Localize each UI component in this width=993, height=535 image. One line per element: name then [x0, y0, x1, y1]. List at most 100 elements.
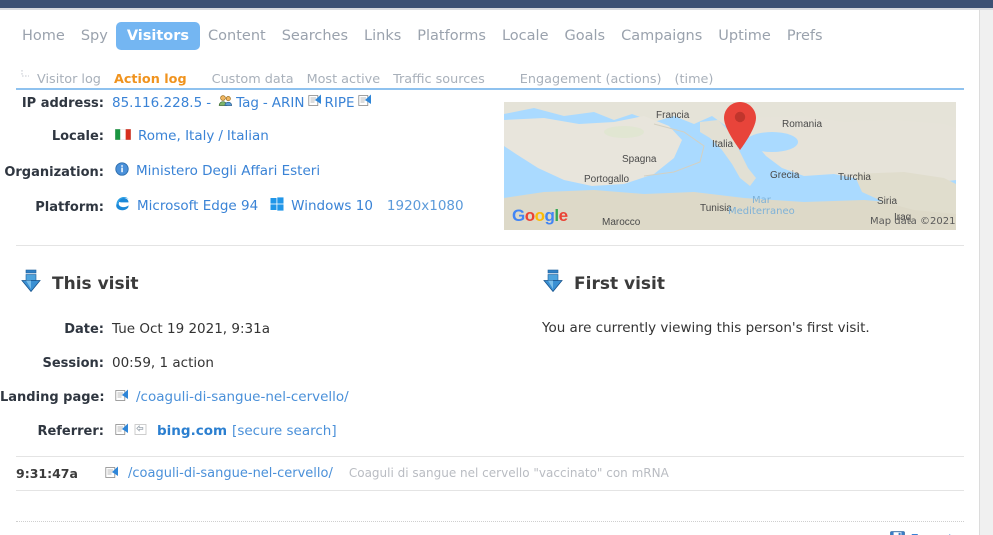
map-sea-label: Mar Mediterraneo: [728, 195, 795, 217]
nav-item-visitors[interactable]: Visitors: [115, 21, 201, 51]
map-label-turchia: Turchia: [838, 172, 871, 183]
down-arrow-icon-this-visit: [18, 268, 44, 299]
nav-item-home[interactable]: Home: [14, 23, 73, 50]
content-panel: Home Spy Visitors Content Searches Links Platf…: [0, 10, 980, 535]
divider-dotted: [16, 521, 964, 522]
ip-address-value[interactable]: 85.116.228.5: [112, 95, 202, 111]
visit-row-referrer: Referrer: bing.com [secure search]: [0, 414, 500, 448]
subnav-item-most-active[interactable]: Most active: [307, 72, 381, 87]
platform-browser-link[interactable]: Microsoft Edge 94: [137, 198, 258, 214]
locale-label: Locale:: [51, 129, 104, 144]
platform-label: Platform:: [35, 200, 104, 215]
nav-item-locale[interactable]: Locale: [494, 23, 557, 50]
map-label-siria: Siria: [877, 196, 898, 207]
info-circle-icon: [115, 162, 129, 180]
map-location-pin[interactable]: [720, 102, 760, 158]
back-arrow-icon[interactable]: [134, 423, 148, 440]
visitor-info-block: IP address: 85.116.228.5 - Tag - ARIN RI…: [0, 94, 500, 230]
first-visit-header: First visit: [540, 268, 665, 299]
visit-row-session: Session: 00:59, 1 action: [0, 346, 500, 380]
locale-city-link[interactable]: Rome, Italy: [138, 128, 214, 144]
subnav-item-visitor-log[interactable]: Visitor log: [37, 72, 101, 87]
map-label-portogallo: Portogallo: [584, 174, 630, 185]
map-label-grecia: Grecia: [770, 170, 800, 181]
landing-page-label: Landing page:: [0, 389, 105, 405]
info-row-platform: Platform: Microsoft Edge 94 Windows 10 1…: [0, 196, 500, 230]
date-label: Date:: [64, 321, 104, 337]
section-rule: [16, 88, 964, 90]
first-visit-text: You are currently viewing this person's …: [542, 320, 870, 336]
this-visit-title: This visit: [52, 273, 139, 294]
ip-separator-1: -: [206, 94, 212, 111]
referrer-value[interactable]: bing.com: [157, 423, 227, 439]
locale-separator: /: [218, 128, 223, 144]
log-url[interactable]: /coaguli-di-sangue-nel-cervello/: [128, 466, 333, 481]
save-disk-icon: [890, 531, 906, 535]
map-label-francia: Francia: [656, 110, 690, 121]
users-icon: [218, 94, 233, 111]
nav-item-prefs[interactable]: Prefs: [779, 23, 831, 50]
map-label-romania: Romania: [782, 119, 823, 130]
nav-item-links[interactable]: Links: [356, 23, 409, 50]
page-link-icon-log[interactable]: [105, 464, 119, 483]
page-link-icon-referrer[interactable]: [115, 423, 129, 440]
location-map[interactable]: Francia Romania Italia Spagna Grecia Turchia P…: [504, 102, 956, 230]
subnav-item-custom-data[interactable]: Custom data: [212, 72, 294, 87]
app-root: Home Spy Visitors Content Searches Links Platf…: [0, 0, 993, 535]
map-attribution: Map data ©2021: [870, 216, 956, 227]
ip-tag-link[interactable]: Tag: [236, 95, 259, 111]
this-visit-header: This visit: [18, 268, 139, 299]
map-label-spagna: Spagna: [622, 154, 657, 165]
organization-label: Organization:: [4, 165, 104, 180]
nav-item-goals[interactable]: Goals: [557, 23, 614, 50]
organization-value[interactable]: Ministero Degli Affari Esteri: [136, 163, 320, 179]
visit-row-landing-page: Landing page: /coaguli-di-sangue-nel-cer…: [0, 380, 500, 414]
nav-item-searches[interactable]: Searches: [274, 23, 356, 50]
session-value: 00:59, 1 action: [112, 355, 214, 371]
nav-item-content[interactable]: Content: [200, 23, 274, 50]
ip-address-label: IP address:: [21, 95, 104, 111]
ip-separator-2: -: [262, 94, 268, 111]
subnav-item-action-log[interactable]: Action log: [114, 72, 187, 87]
windows-icon: [270, 196, 284, 215]
subnav-item-engagement-actions-[interactable]: Engagement (actions): [520, 72, 662, 87]
nav-item-campaigns[interactable]: Campaigns: [613, 23, 710, 50]
subnav-item-traffic-sources[interactable]: Traffic sources: [393, 72, 485, 87]
page-link-icon-landing[interactable]: [115, 389, 129, 406]
ip-arin-link[interactable]: ARIN: [272, 95, 305, 111]
italy-flag-icon: [114, 128, 132, 144]
top-window-bar: [0, 0, 993, 8]
tree-branch-icon: [20, 69, 31, 83]
divider-top: [16, 245, 964, 246]
locale-language-link[interactable]: Italian: [227, 128, 269, 144]
info-row-organization: Organization: Ministero Degli Affari Est…: [0, 162, 500, 196]
ip-ripe-link[interactable]: RIPE: [325, 95, 355, 111]
log-page-title: Coaguli di sangue nel cervello "vaccinat…: [348, 466, 669, 480]
main-navigation: Home Spy Visitors Content Searches Links Platf…: [0, 19, 980, 53]
divider-log-top: [16, 456, 964, 457]
referrer-label: Referrer:: [37, 423, 104, 439]
nav-item-uptime[interactable]: Uptime: [710, 23, 779, 50]
divider-log-bottom: [16, 490, 964, 491]
nav-item-spy[interactable]: Spy: [73, 23, 116, 50]
external-link-icon-arin[interactable]: [307, 94, 322, 111]
first-visit-title: First visit: [574, 273, 665, 294]
export-button[interactable]: Export: [890, 531, 953, 535]
this-visit-rows: Date: Tue Oct 19 2021, 9:31a Session: 00…: [0, 312, 500, 448]
down-arrow-icon-first-visit: [540, 268, 566, 299]
referrer-extra: [secure search]: [232, 423, 337, 439]
info-row-locale: Locale: Rome, Italy / Italian: [0, 128, 500, 162]
visit-row-date: Date: Tue Oct 19 2021, 9:31a: [0, 312, 500, 346]
subnav-item--time-[interactable]: (time): [675, 72, 714, 87]
landing-page-value[interactable]: /coaguli-di-sangue-nel-cervello/: [136, 389, 349, 405]
session-label: Session:: [42, 355, 105, 371]
platform-resolution[interactable]: 1920x1080: [387, 198, 464, 214]
map-label-marocco: Marocco: [602, 217, 641, 228]
date-value: Tue Oct 19 2021, 9:31a: [112, 321, 270, 337]
platform-os-link[interactable]: Windows 10: [291, 198, 373, 214]
table-row[interactable]: 9:31:47a /coaguli-di-sangue-nel-cervello…: [16, 458, 964, 488]
edge-browser-icon: [115, 196, 130, 215]
external-link-icon-ripe[interactable]: [357, 94, 372, 111]
nav-item-platforms[interactable]: Platforms: [409, 23, 494, 50]
info-row-ip: IP address: 85.116.228.5 - Tag - ARIN RI…: [0, 94, 500, 128]
